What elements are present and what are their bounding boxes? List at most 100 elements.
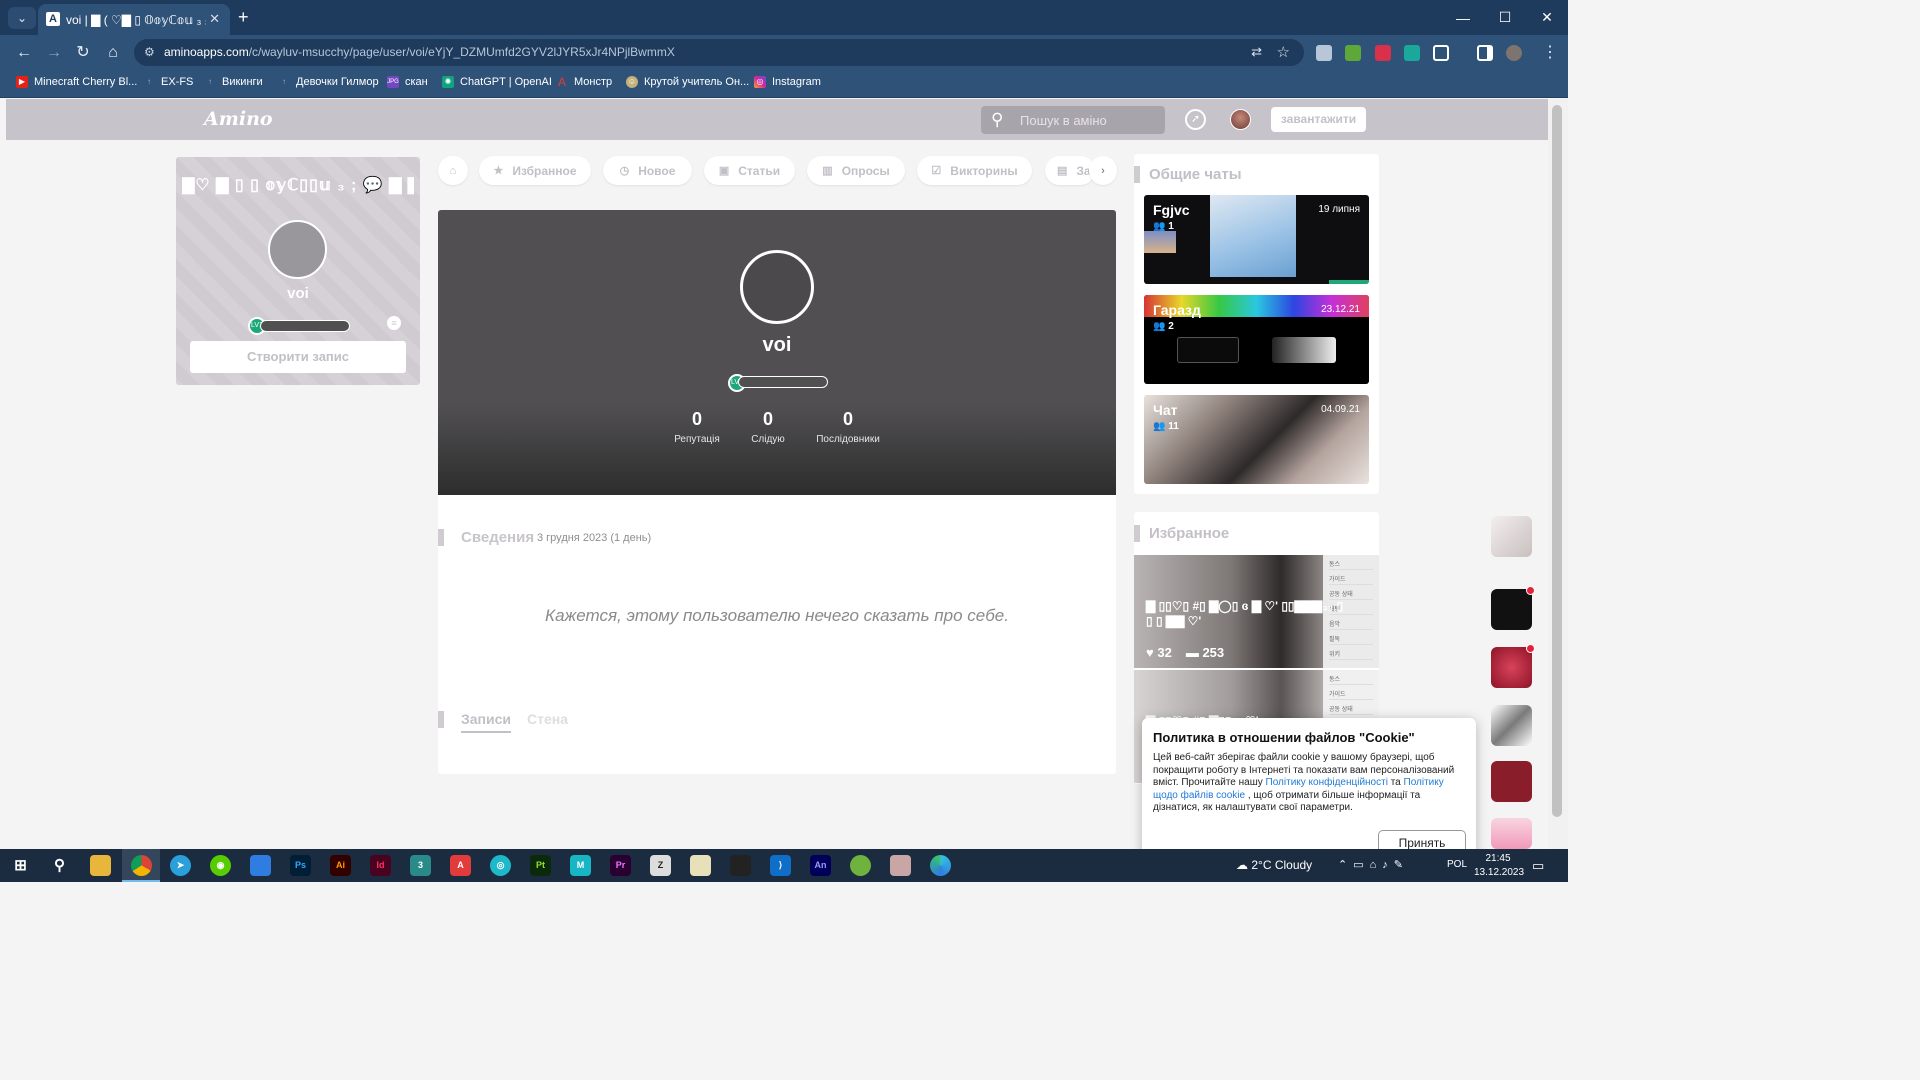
members-icon: 👥 [1153,321,1169,332]
download-button[interactable]: завантажити [1271,107,1366,132]
bookmark-vikings[interactable]: ↑ Викинги [204,76,263,88]
bookmark-exfs[interactable]: ↑ EX-FS [143,76,193,88]
translator-extension-icon[interactable] [1404,45,1420,61]
translate-icon[interactable]: ⇄ [1251,44,1262,60]
photoshop-icon[interactable]: Ps [290,855,311,876]
home-tab-button[interactable]: ⌂ [438,156,468,185]
browser-menu-icon[interactable]: ⋮ [1540,43,1560,63]
messenger-icon[interactable] [250,855,271,876]
system-clock[interactable]: 21:45 13.12.2023 [1474,852,1524,880]
browser-tab-active[interactable]: A voi | ▇ ( ♡▇ ▯ 𝕆𝕠𝕪ℂ𝕠𝕦 ₃ ₃ 💬 ✕ [38,4,230,35]
address-bar[interactable]: ⚙ aminoapps.com/c/wayluv-msucchy/page/us… [134,39,1304,66]
profile-avatar-icon[interactable] [1506,45,1522,61]
acrobat-icon[interactable]: A [450,855,471,876]
camera-extension-icon[interactable] [1316,45,1332,61]
animate-icon[interactable]: An [810,855,831,876]
indesign-icon[interactable]: Id [370,855,391,876]
vscode-icon[interactable]: ⟩ [770,855,791,876]
chat-cover-image [1210,195,1296,277]
back-icon[interactable]: ← [14,43,34,63]
maximize-icon[interactable]: ☐ [1484,0,1526,35]
stat-followers[interactable]: 0 Послідовники [798,409,898,445]
premiere-icon[interactable]: Pr [610,855,631,876]
telegram-icon[interactable]: ➤ [170,855,191,876]
explore-compass-icon[interactable]: ➚ [1185,109,1206,130]
windows-start-icon[interactable]: ⊞ [10,855,31,876]
notification-center-icon[interactable]: ▭ [1532,858,1544,874]
zbrush-icon[interactable]: Z [650,855,671,876]
adblock-extension-icon[interactable] [1375,45,1391,61]
game-icon[interactable] [850,855,871,876]
privacy-policy-link[interactable]: Політику конфіденційності [1266,777,1388,788]
download-extension-icon[interactable] [1345,45,1361,61]
system-tray-icons[interactable]: ⌃▭⌂♪✎ [1338,858,1409,871]
bookmark-instagram[interactable]: ◎ Instagram [754,76,821,88]
maya-icon[interactable]: M [570,855,591,876]
sidebar-username[interactable]: voi [176,285,420,302]
tab-wall[interactable]: Стена [527,711,568,727]
create-post-button[interactable]: Створити запис [190,341,406,373]
bookmark-scan[interactable]: JPG скан [387,76,428,88]
community-shortcut[interactable] [1491,586,1535,630]
bookmark-chatgpt[interactable]: ✺ ChatGPT | OpenAI [442,76,552,88]
community-shortcut[interactable] [1491,761,1532,802]
file-explorer-icon[interactable] [90,855,111,876]
taskbar-search-icon[interactable]: ⚲ [49,855,70,876]
close-window-icon[interactable]: ✕ [1526,0,1568,35]
duolingo-icon[interactable]: ◉ [210,855,231,876]
community-shortcut[interactable] [1491,516,1532,557]
illustrator-icon[interactable]: Ai [330,855,351,876]
bookmark-teacher[interactable]: ☺ Крутой учитель Он... [626,76,749,88]
tab-articles[interactable]: ▣ Статьи [704,156,795,185]
tab-quizzes[interactable]: ☑ Викторины [917,156,1032,185]
language-indicator[interactable]: POL [1447,859,1467,870]
tab-more[interactable]: ▤ За [1045,156,1095,185]
featured-post-card[interactable]: 동스 가이드 공동 상태 채팅 음악 필독 위키 ▇ ▯▯♡▯ #▯ ▇◯▯ ɞ ▇ ♡' … [1134,555,1379,668]
bookmark-star-icon[interactable]: ☆ [1277,43,1290,61]
chrome-icon[interactable] [131,855,152,876]
nav-next-button[interactable]: › [1089,156,1117,185]
notepad-icon[interactable] [690,855,711,876]
tab-new[interactable]: ◷ Новое [603,156,692,185]
user-avatar[interactable] [1230,109,1251,130]
amino-logo[interactable]: Amino [204,108,273,130]
chat-card[interactable]: Гаразд 23.12.21 👥 2 [1144,295,1369,384]
tab-search-button[interactable]: ⌄ [8,7,36,29]
profile-avatar[interactable] [740,250,814,324]
figure-app-icon[interactable] [890,855,911,876]
minimize-icon[interactable]: — [1442,0,1484,35]
bookmark-monster[interactable]: A Монстр [556,76,612,88]
weather-widget[interactable]: ☁ 2°C Cloudy [1236,858,1312,872]
new-tab-button[interactable]: + [238,7,249,27]
forward-icon[interactable]: → [44,43,64,63]
search-input[interactable]: ⚲ Пошук в аміно [981,106,1165,134]
bookmark-minecraft[interactable]: ▶ Minecraft Cherry Bl... [16,76,137,88]
figma-icon[interactable] [730,855,751,876]
sync-app-icon[interactable]: ◎ [490,855,511,876]
home-icon[interactable]: ⌂ [103,43,123,63]
tab-polls[interactable]: ▥ Опросы [807,156,905,185]
tab-featured[interactable]: ★ Избранное [479,156,591,185]
tab-close-icon[interactable]: ✕ [209,11,220,27]
featured-post-title: ▇ ▯▯♡▯ #▯ ▇◯▯ ɞ ▇ ♡' ▯▯▇▇▇₃₃ ▯ ▯ ▯ ▇▇ ♡' [1146,599,1344,628]
community-shortcut[interactable] [1491,705,1532,746]
chat-bubble-icon[interactable]: ≡ [387,316,401,330]
extensions-puzzle-icon[interactable] [1433,45,1449,61]
painter-icon[interactable]: Pt [530,855,551,876]
reload-icon[interactable]: ↻ [73,43,93,63]
community-shortcut[interactable] [1491,644,1535,688]
site-info-icon[interactable]: ⚙ [144,45,155,59]
scrollbar-thumb[interactable] [1552,105,1562,817]
chat-card[interactable]: Чат 04.09.21 👥 11 [1144,395,1369,484]
section-marker [438,529,444,546]
chat-card[interactable]: Fgjvc 19 липня 👥 1 [1144,195,1369,284]
edge-icon[interactable] [930,855,951,876]
browser-tab-strip: ⌄ A voi | ▇ ( ♡▇ ▯ 𝕆𝕠𝕪ℂ𝕠𝕦 ₃ ₃ 💬 ✕ + — ☐ … [0,0,1568,35]
sidebar-avatar[interactable] [268,220,327,279]
community-shortcut[interactable] [1491,818,1532,849]
cookie-consent-dialog: Политика в отношении файлов "Cookie" Цей… [1142,718,1476,858]
3d-app-icon[interactable]: 3 [410,855,431,876]
bookmark-gilmore[interactable]: ↑ Девочки Гилмор [278,76,379,88]
tab-posts[interactable]: Записи [461,711,512,733]
side-panel-icon[interactable] [1477,45,1493,61]
